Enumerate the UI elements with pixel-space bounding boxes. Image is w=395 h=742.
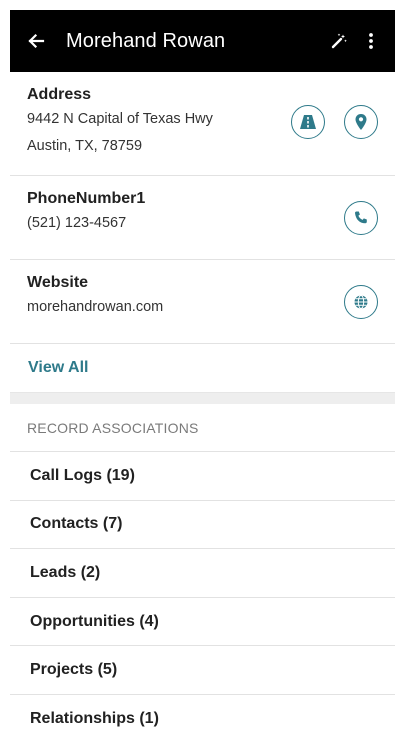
address-line1: 9442 N Capital of Texas Hwy [27, 111, 213, 127]
directions-button[interactable] [291, 105, 325, 139]
call-button[interactable] [344, 201, 378, 235]
record-detail-screen: Morehand Rowan Address 9442 N Capital of… [10, 10, 395, 742]
association-opportunities[interactable]: Opportunities (4) [10, 598, 395, 647]
website-label: Website [27, 274, 89, 291]
association-call-logs[interactable]: Call Logs (19) [10, 452, 395, 501]
directions-icon [300, 115, 316, 129]
map-pin-icon [355, 114, 367, 130]
address-label: Address [27, 86, 92, 103]
phone-icon [355, 211, 367, 224]
arrow-left-icon [28, 33, 45, 49]
page-title: Morehand Rowan [66, 29, 226, 52]
association-projects[interactable]: Projects (5) [10, 646, 395, 695]
website-value[interactable]: morehandrowan.com [27, 299, 379, 315]
phone-row: PhoneNumber1 (521) 123-4567 [10, 176, 395, 260]
app-bar: Morehand Rowan [10, 10, 395, 72]
globe-icon [354, 295, 368, 309]
record-associations-heading: RECORD ASSOCIATIONS [10, 404, 395, 452]
website-row: Website morehandrowan.com [10, 260, 395, 344]
magic-wand-icon [331, 33, 347, 49]
open-website-button[interactable] [344, 285, 378, 319]
overflow-menu-button[interactable] [355, 25, 387, 57]
more-vertical-icon [369, 33, 373, 49]
edit-button[interactable] [323, 25, 355, 57]
back-button[interactable] [20, 25, 52, 57]
phone-label: PhoneNumber1 [27, 190, 146, 207]
phone-value: (521) 123-4567 [27, 215, 127, 231]
view-all-link[interactable]: View All [10, 344, 395, 392]
association-relationships[interactable]: Relationships (1) [10, 695, 395, 742]
address-row: Address 9442 N Capital of Texas Hwy Aust… [10, 72, 395, 176]
address-line2: Austin, TX, 78759 [27, 138, 143, 154]
association-contacts[interactable]: Contacts (7) [10, 501, 395, 550]
map-button[interactable] [344, 105, 378, 139]
association-leads[interactable]: Leads (2) [10, 549, 395, 598]
section-divider [10, 392, 395, 404]
